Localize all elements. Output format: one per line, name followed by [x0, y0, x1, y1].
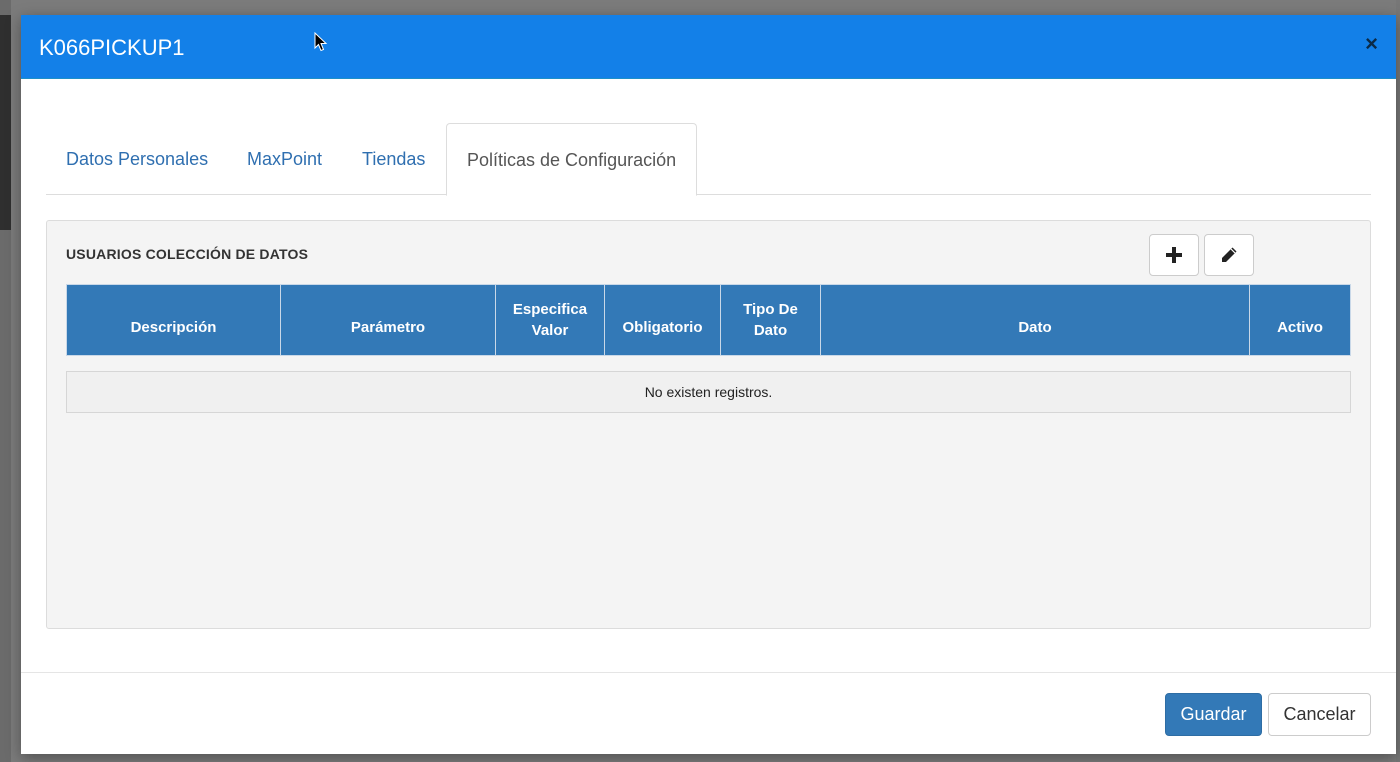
plus-icon — [1166, 247, 1182, 263]
table-header-row: Descripción Parámetro Especifica Valor O… — [66, 284, 1351, 356]
close-button[interactable]: × — [1365, 32, 1378, 56]
tab-maxpoint[interactable]: MaxPoint — [227, 123, 342, 195]
tab-tiendas[interactable]: Tiendas — [342, 123, 445, 195]
mouse-cursor-icon — [314, 32, 328, 52]
cancel-button[interactable]: Cancelar — [1268, 693, 1371, 736]
edit-button[interactable] — [1204, 234, 1254, 276]
data-table: Descripción Parámetro Especifica Valor O… — [66, 284, 1351, 356]
save-button[interactable]: Guardar — [1165, 693, 1262, 736]
column-header-especifica-valor[interactable]: Especifica Valor — [495, 284, 605, 356]
user-modal: K066PICKUP1 × Datos Personales MaxPoint … — [21, 15, 1396, 754]
modal-header: K066PICKUP1 × — [21, 15, 1396, 79]
tab-datos-personales[interactable]: Datos Personales — [46, 123, 228, 195]
column-header-descripcion[interactable]: Descripción — [66, 284, 281, 356]
column-header-dato[interactable]: Dato — [820, 284, 1250, 356]
data-collection-panel: USUARIOS COLECCIÓN DE DATOS Descripción … — [46, 220, 1371, 629]
column-header-tipo-de-dato[interactable]: Tipo De Dato — [720, 284, 821, 356]
column-header-parametro[interactable]: Parámetro — [280, 284, 496, 356]
pencil-icon — [1222, 247, 1237, 262]
modal-title: K066PICKUP1 — [39, 35, 185, 60]
modal-footer: Guardar Cancelar — [21, 672, 1396, 754]
column-header-activo[interactable]: Activo — [1249, 284, 1351, 356]
background-page-right — [1396, 0, 1400, 762]
add-button[interactable] — [1149, 234, 1199, 276]
tab-politicas-de-configuracion[interactable]: Políticas de Configuración — [446, 123, 698, 196]
tab-bar: Datos Personales MaxPoint Tiendas Políti… — [46, 123, 1371, 196]
panel-title: USUARIOS COLECCIÓN DE DATOS — [66, 246, 309, 262]
column-header-obligatorio[interactable]: Obligatorio — [604, 284, 721, 356]
empty-table-message: No existen registros. — [66, 371, 1351, 413]
background-page-sidebar — [0, 15, 11, 230]
